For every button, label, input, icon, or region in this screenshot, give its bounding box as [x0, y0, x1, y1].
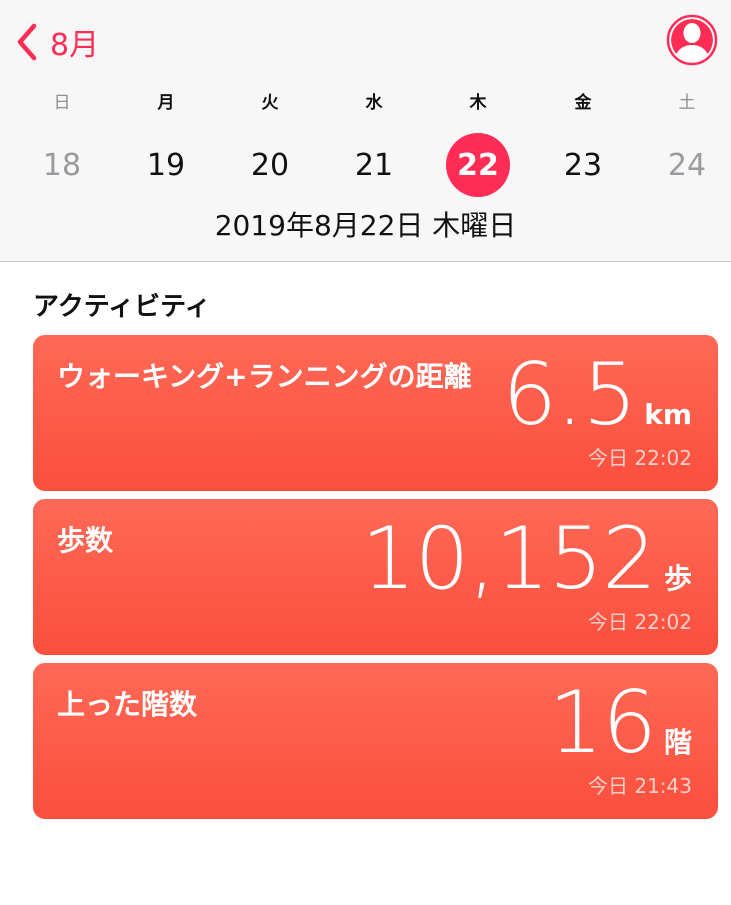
card-value-group: 6.5 km [502, 345, 692, 445]
card-value-group: 16 階 [549, 673, 692, 773]
card-value: 16 [548, 673, 657, 773]
card-timestamp: 今日 21:43 [588, 774, 692, 798]
weekday-row: 日 月 火 水 木 金 土 [0, 88, 731, 116]
weekday-wed: 水 [365, 93, 383, 113]
calendar-header: 8月 日 月 火 水 木 金 土 18 19 20 21 22 23 24 20… [0, 0, 731, 262]
weekday-fri: 金 [574, 93, 592, 113]
weekday-mon: 月 [157, 93, 175, 113]
weekday-thu: 木 [469, 93, 487, 113]
full-date-label: 2019年8月22日 木曜日 [214, 209, 517, 242]
card-timestamp: 今日 22:02 [588, 610, 692, 634]
chevron-left-icon [17, 23, 37, 61]
card-unit: 歩 [663, 562, 692, 595]
card-value: 6.5 [502, 345, 637, 445]
profile-icon[interactable] [666, 14, 718, 66]
back-button[interactable]: 8月 [14, 20, 99, 64]
card-title: ウォーキング+ランニングの距離 [57, 360, 472, 393]
card-flights-climbed[interactable]: 上った階数 16 階 今日 21:43 [33, 663, 718, 819]
date-23[interactable]: 23 [551, 133, 615, 197]
card-title: 上った階数 [57, 688, 198, 721]
card-unit: 階 [663, 726, 692, 759]
card-steps[interactable]: 歩数 10,152 歩 今日 22:02 [33, 499, 718, 655]
weekday-sat: 土 [678, 93, 696, 113]
section-title: アクティビティ [33, 292, 211, 322]
weekday-sun: 日 [53, 93, 71, 113]
date-row: 18 19 20 21 22 23 24 [0, 133, 731, 197]
date-21[interactable]: 21 [342, 133, 406, 197]
weekday-tue: 火 [261, 93, 279, 113]
card-timestamp: 今日 22:02 [588, 446, 692, 470]
date-20[interactable]: 20 [238, 133, 302, 197]
date-19[interactable]: 19 [134, 133, 198, 197]
card-unit: km [644, 398, 692, 431]
back-label: 8月 [50, 28, 100, 63]
date-24[interactable]: 24 [655, 133, 719, 197]
date-22-selected[interactable]: 22 [446, 133, 510, 197]
card-walking-running-distance[interactable]: ウォーキング+ランニングの距離 6.5 km 今日 22:02 [33, 335, 718, 491]
card-value: 10,152 [361, 509, 657, 609]
card-value-group: 10,152 歩 [361, 509, 692, 609]
date-18[interactable]: 18 [30, 133, 94, 197]
